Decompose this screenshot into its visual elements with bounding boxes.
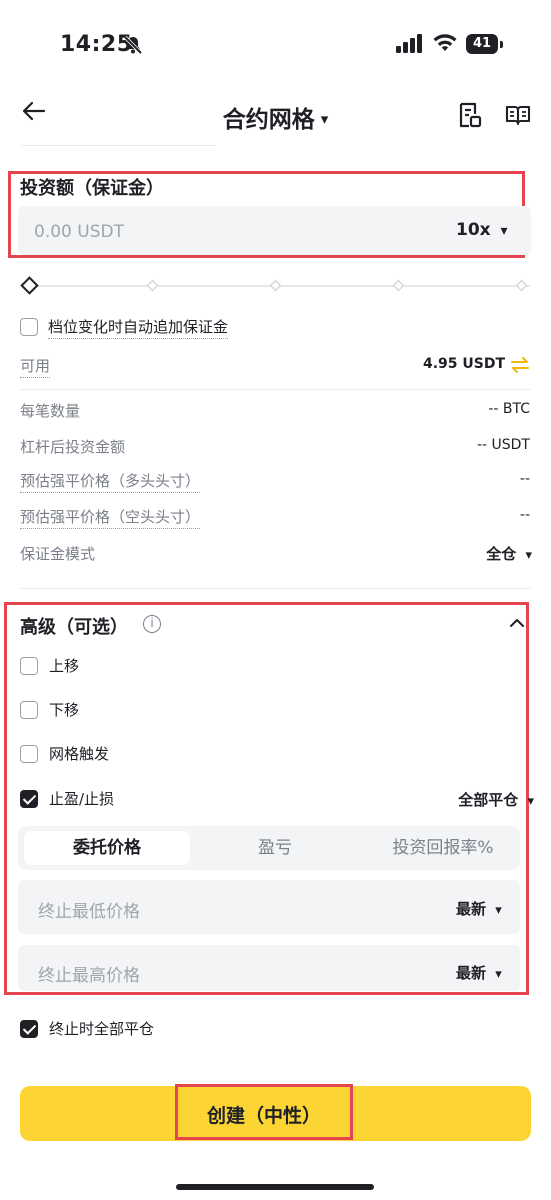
advanced-info-icon[interactable]: i [143,615,161,633]
detail-value-liq-long: -- [519,471,530,487]
auto-margin-label[interactable]: 档位变化时自动追加保证金 [48,316,229,339]
high-price-type-caret-icon: ▾ [495,967,502,982]
low-price-placeholder: 终止最低价格 [38,902,140,922]
investment-label: 投资额（保证金） [20,178,164,199]
margin-mode-caret-icon: ▾ [525,548,532,563]
detail-value-leveraged: -- USDT [476,437,530,453]
guide-book-icon[interactable] [505,104,531,126]
grid-trigger-label[interactable]: 网格触发 [49,743,109,764]
leverage-selector[interactable]: 10x ▾ [456,220,508,240]
create-button-label: 创建（中性） [206,1105,321,1127]
low-price-type-caret-icon: ▾ [495,903,502,918]
cell-signal-icon [396,34,422,53]
mute-bell-icon [123,35,143,55]
low-price-type-value: 最新 [456,900,487,918]
shift-up-label[interactable]: 上移 [49,655,79,676]
margin-mode-value: 全仓 [486,545,517,563]
grid-trigger-checkbox[interactable] [20,745,38,763]
advanced-title: 高级（可选） [20,617,128,638]
detail-label-liq-short: 预估强平价格（空头头寸） [20,506,201,529]
section-divider [20,588,531,589]
leverage-caret-icon: ▾ [500,223,508,239]
available-divider [20,389,531,390]
margin-mode-selector[interactable]: 全仓 ▾ [486,543,532,564]
wifi-icon [433,34,457,51]
transfer-swap-icon[interactable] [510,356,530,374]
tp-sl-label[interactable]: 止盈/止损 [49,788,114,809]
leverage-value: 10x [456,220,491,240]
shift-down-label[interactable]: 下移 [49,699,79,720]
home-indicator [176,1184,374,1190]
header-divider [22,145,215,146]
tab-roi[interactable]: 投资回报率% [360,831,526,865]
battery-icon: 41 [466,34,498,54]
detail-value-liq-short: -- [519,507,530,523]
battery-tip [500,41,503,48]
detail-label-liq-long: 预估强平价格（多头头寸） [20,470,201,493]
low-price-type-selector[interactable]: 最新 ▾ [456,898,502,919]
investment-placeholder: 0.00 USDT [34,222,124,242]
auto-margin-checkbox[interactable] [20,318,38,336]
high-price-placeholder: 终止最高价格 [38,966,140,986]
collapse-chevron-up-icon[interactable] [509,618,525,628]
available-value: 4.95 USDT [423,356,506,372]
shift-down-checkbox[interactable] [20,701,38,719]
tp-sl-mode-value: 全部平仓 [458,791,519,809]
close-all-checkbox[interactable] [20,1020,38,1038]
detail-label-leveraged: 杠杆后投资金额 [20,438,126,456]
high-price-type-value: 最新 [456,964,487,982]
order-history-icon[interactable] [458,102,482,128]
tp-sl-mode-caret-icon: ▾ [527,794,534,809]
close-all-label[interactable]: 终止时全部平仓 [49,1018,154,1039]
tab-pnl[interactable]: 盈亏 [192,831,358,865]
title-caret-icon: ▾ [320,110,329,128]
investment-slider[interactable] [18,276,538,296]
tab-order-price[interactable]: 委托价格 [24,831,190,865]
page-title-text: 合约网格 [222,107,315,133]
detail-value-qty: -- BTC [488,401,530,417]
tp-sl-checkbox[interactable] [20,790,38,808]
shift-up-checkbox[interactable] [20,657,38,675]
high-price-type-selector[interactable]: 最新 ▾ [456,962,502,983]
tp-sl-mode-selector[interactable]: 全部平仓 ▾ [458,789,534,810]
margin-mode-label: 保证金模式 [20,545,96,563]
available-label: 可用 [20,355,51,378]
detail-label-qty: 每笔数量 [20,402,81,420]
